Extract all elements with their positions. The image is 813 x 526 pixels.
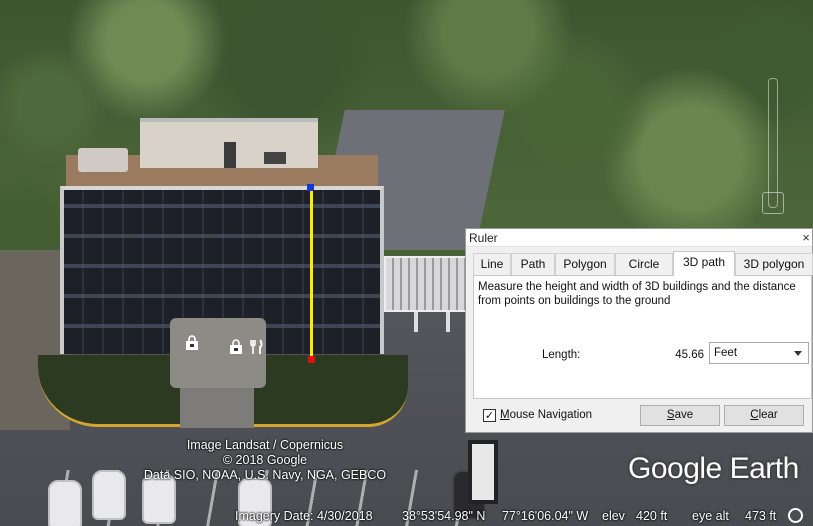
measurement-start-point[interactable]	[307, 184, 314, 191]
measurement-end-point[interactable]	[308, 356, 315, 363]
mouse-navigation-checkbox[interactable]: ✓	[483, 409, 496, 422]
measure-description: Measure the height and width of 3D build…	[478, 281, 796, 307]
unit-selected-value: Feet	[714, 347, 738, 359]
shopping-bag-icon[interactable]	[183, 334, 201, 352]
penthouse-door	[224, 142, 236, 168]
eye-altitude-value: 473 ft	[745, 509, 777, 523]
unit-dropdown[interactable]: Feet	[709, 342, 809, 364]
clear-button[interactable]: Clear	[724, 405, 804, 426]
penthouse-window	[264, 152, 286, 164]
canopy-post	[446, 312, 450, 332]
rooftop-unit	[78, 148, 128, 172]
tab-circle[interactable]: Circle	[615, 253, 673, 275]
drive-through-canopy	[384, 256, 468, 312]
shopping-bag-icon[interactable]	[227, 338, 245, 356]
pole-sign	[468, 440, 498, 504]
credit-line: © 2018 Google	[222, 453, 308, 467]
rooftop-penthouse	[140, 118, 318, 168]
ruler-titlebar[interactable]: Ruler ×	[466, 229, 812, 247]
mouse-navigation-label[interactable]: Mouse Navigation	[500, 409, 592, 421]
dialog-title: Ruler	[469, 231, 498, 245]
measurement-line	[310, 187, 313, 360]
latitude-readout: 38°53'54.98" N	[402, 509, 486, 523]
tab-path[interactable]: Path	[511, 253, 555, 275]
pegman-icon[interactable]	[762, 192, 784, 214]
streaming-progress-icon	[788, 508, 803, 523]
tab-polygon[interactable]: Polygon	[555, 253, 615, 275]
credit-line: Data SIO, NOAA, U.S. Navy, NGA, GEBCO	[143, 468, 387, 482]
restaurant-icon[interactable]	[248, 338, 266, 356]
save-button[interactable]: Save	[640, 405, 720, 426]
length-label: Length:	[542, 349, 581, 361]
ruler-panel: Measure the height and width of 3D build…	[473, 275, 812, 399]
eye-altitude-label: eye alt	[692, 509, 729, 523]
longitude-readout: 77°16'06.04" W	[502, 509, 589, 523]
google-earth-logo: Google Earth	[628, 452, 799, 485]
chevron-down-icon	[794, 351, 802, 356]
imagery-credits: Image Landsat / Copernicus © 2018 Google…	[120, 438, 410, 483]
canopy-post	[414, 312, 418, 332]
status-bar: Imagery Date: 4/30/2018 38°53'54.98" N 7…	[0, 506, 813, 526]
credit-line: Image Landsat / Copernicus	[186, 438, 344, 452]
tab-3d-polygon[interactable]: 3D polygon	[735, 253, 813, 275]
imagery-date: Imagery Date: 4/30/2018	[235, 509, 373, 523]
elevation-label: elev	[602, 509, 625, 523]
tab-line[interactable]: Line	[473, 253, 511, 275]
entrance-walkway	[180, 388, 254, 428]
elevation-value: 420 ft	[636, 509, 668, 523]
length-value: 45.66	[675, 349, 704, 361]
close-icon[interactable]: ×	[800, 229, 812, 247]
zoom-slider[interactable]	[768, 78, 778, 208]
ruler-dialog: Ruler × Line Path Polygon Circle 3D path…	[465, 228, 813, 433]
tab-3d-path[interactable]: 3D path	[673, 251, 735, 276]
